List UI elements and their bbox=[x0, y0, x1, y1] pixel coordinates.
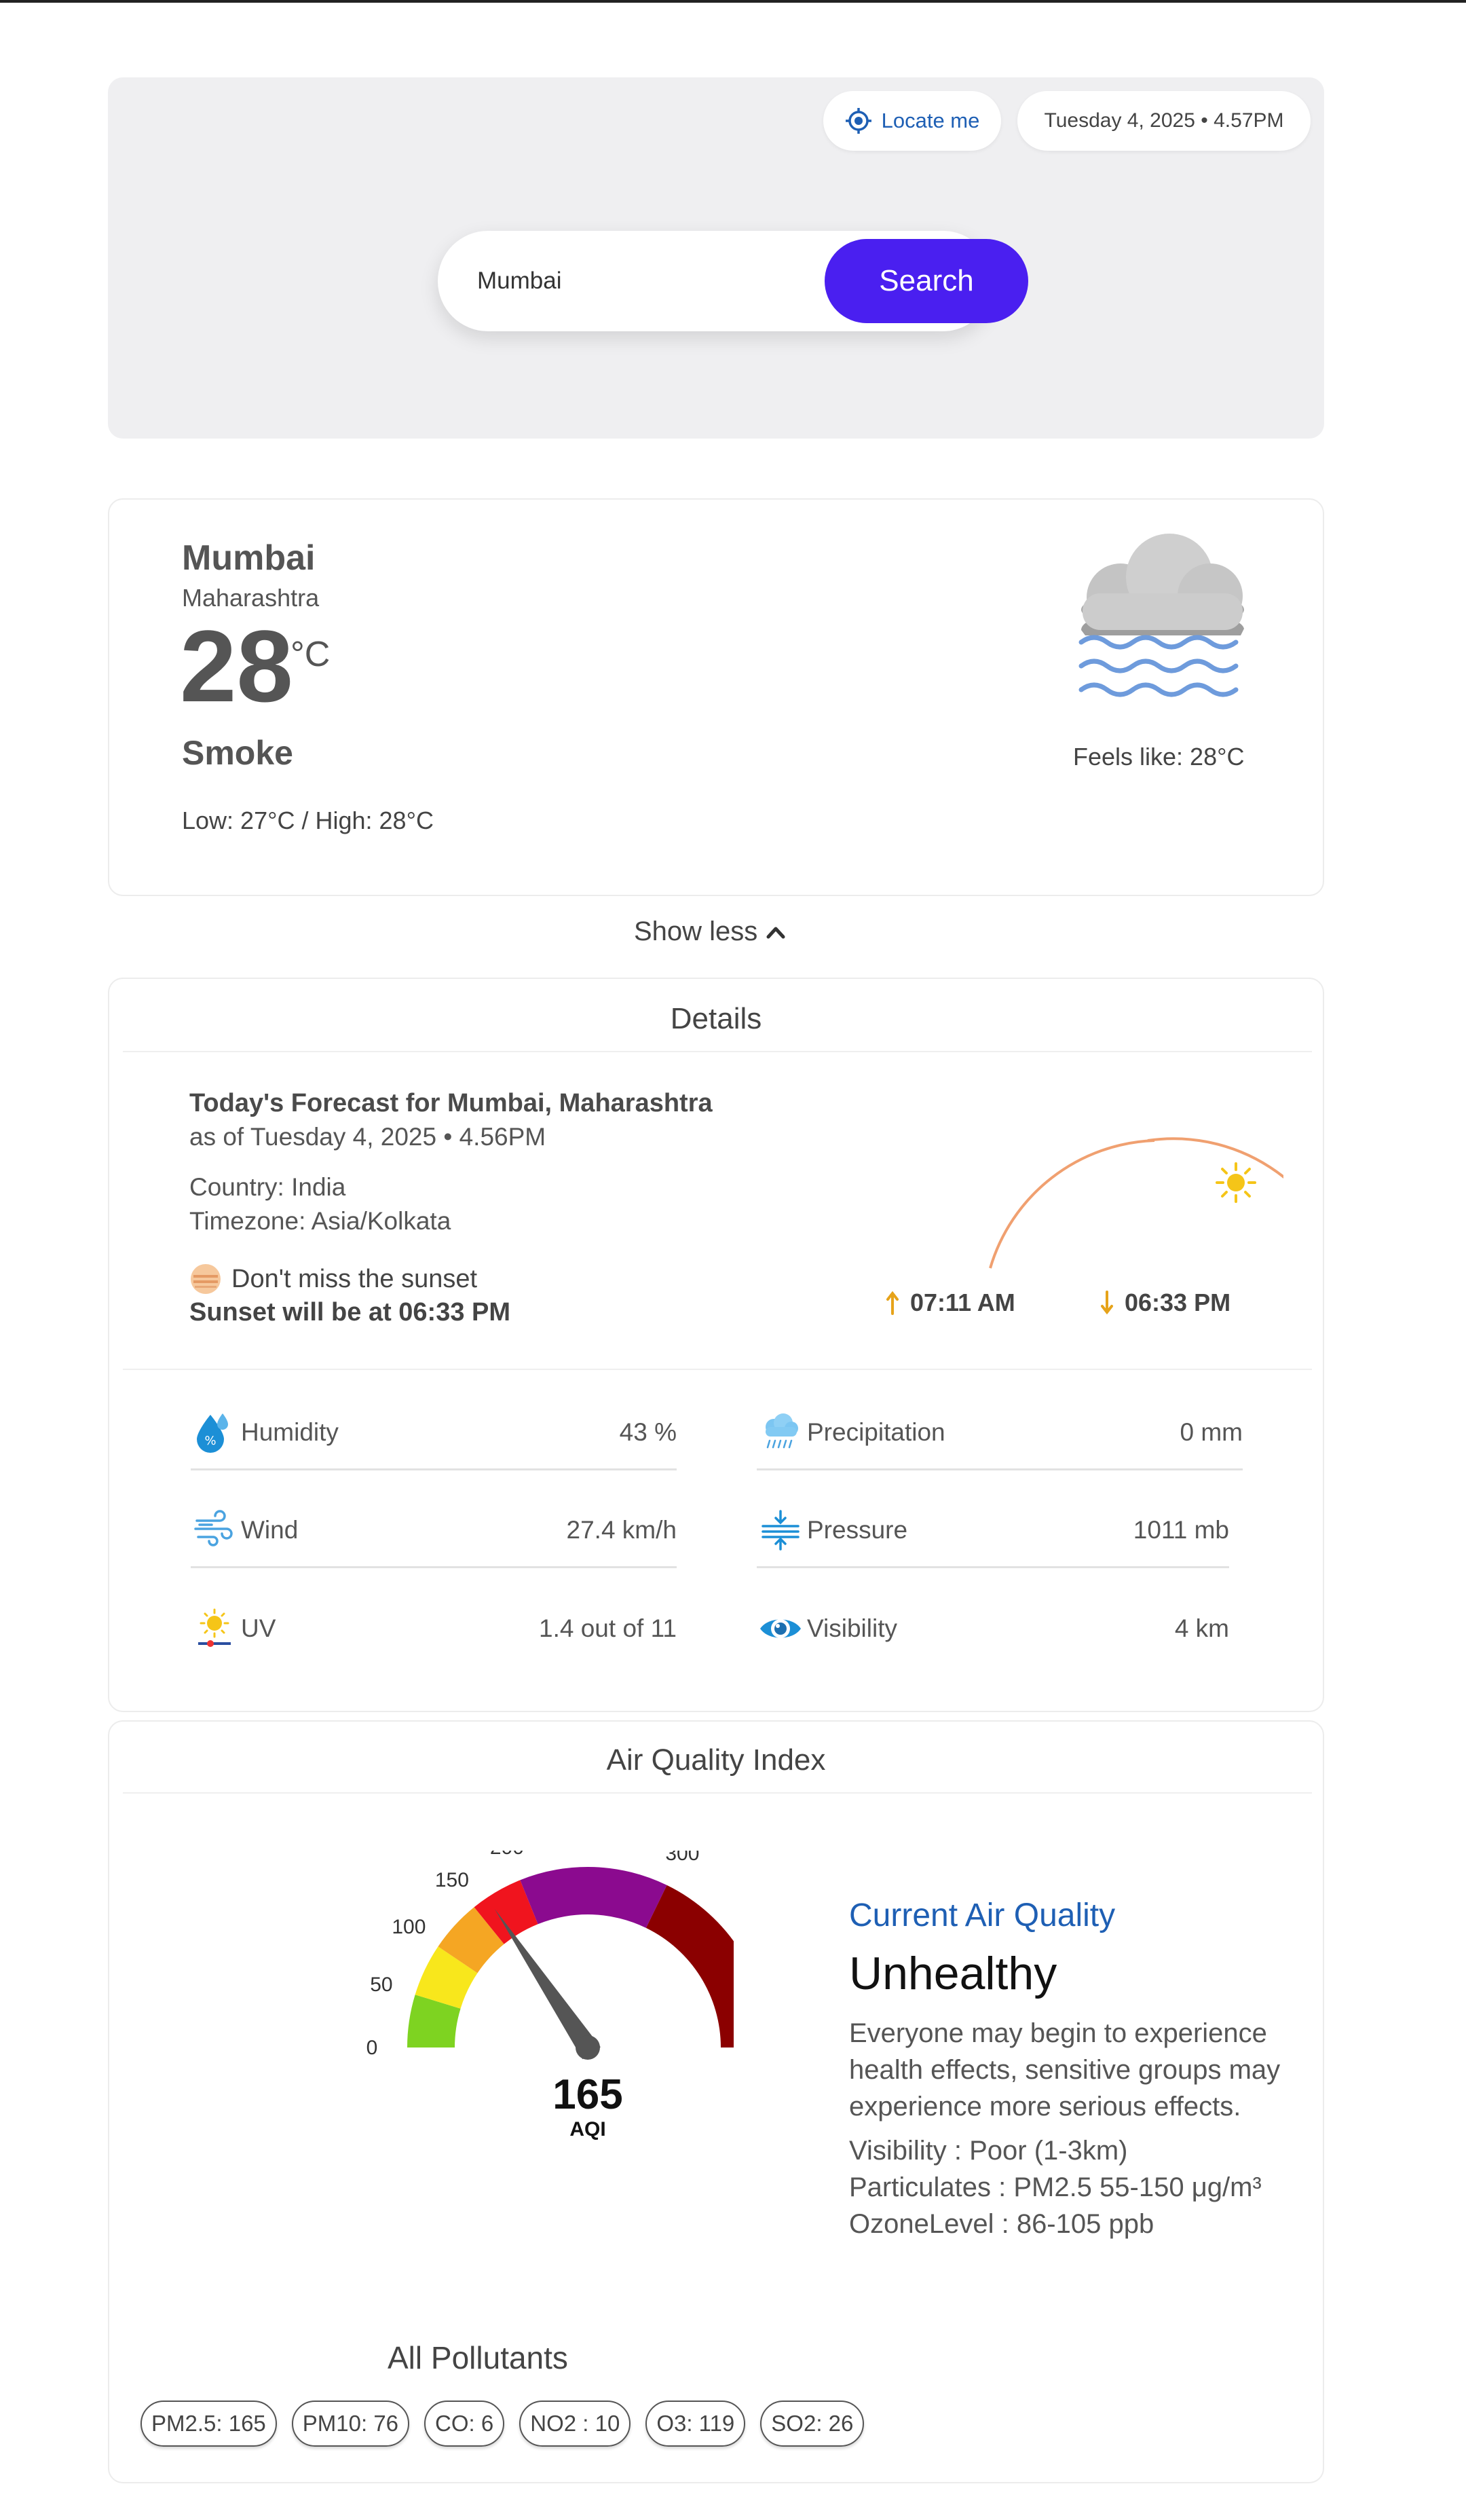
metric-label: Visibility bbox=[807, 1614, 897, 1642]
cloud-haze-icon bbox=[1078, 534, 1244, 697]
metric-label: UV bbox=[241, 1614, 276, 1642]
details-card: Details Today's Forecast for Mumbai, Mah… bbox=[108, 978, 1324, 1712]
chevron-up-icon bbox=[766, 927, 785, 938]
country: Country: India bbox=[189, 1173, 346, 1201]
search-input[interactable] bbox=[477, 254, 776, 308]
aqi-label: AQI bbox=[569, 2118, 605, 2141]
all-pollutants-title: All Pollutants bbox=[388, 2340, 568, 2375]
pollutant-chip: PM10: 76 bbox=[291, 2401, 410, 2447]
air-quality-level: Unhealthy bbox=[849, 1948, 1057, 1999]
sunset-note: Don't miss the sunset bbox=[189, 1263, 477, 1295]
sunset-time-text: Sunset will be at 06:33 PM bbox=[189, 1298, 511, 1327]
search-button[interactable]: Search bbox=[825, 239, 1028, 323]
show-less-toggle[interactable]: Show less bbox=[634, 916, 786, 947]
sunset-note-text: Don't miss the sunset bbox=[231, 1264, 478, 1293]
sunset-icon bbox=[191, 1264, 221, 1294]
metric-precipitation: Precipitation 0 mm bbox=[757, 1396, 1243, 1470]
aqi-divider bbox=[123, 1792, 1312, 1794]
gauge-tick-label: 300 bbox=[665, 1851, 699, 1865]
show-less-label: Show less bbox=[634, 916, 758, 946]
state-name: Maharashtra bbox=[182, 584, 320, 612]
aqi-title: Air Quality Index bbox=[606, 1743, 826, 1777]
metric-value: 1.4 out of 11 bbox=[539, 1614, 677, 1642]
city-name: Mumbai bbox=[182, 538, 316, 578]
sun-icon bbox=[1216, 1162, 1256, 1203]
arrow-up-icon bbox=[886, 1291, 899, 1315]
metric-label: Humidity bbox=[241, 1418, 339, 1446]
gauge-tick-label: 50 bbox=[370, 1974, 392, 1996]
metric-value: 0 mm bbox=[1180, 1418, 1243, 1446]
top-border bbox=[0, 0, 1466, 3]
air-quality-visibility: Visibility : Poor (1-3km) bbox=[849, 2136, 1128, 2166]
wind-icon bbox=[191, 1506, 238, 1554]
metric-label: Precipitation bbox=[807, 1418, 945, 1446]
aqi-gauge: 050100150200300500 165 AQI bbox=[366, 1851, 734, 2141]
metric-value: 43 % bbox=[619, 1418, 677, 1446]
air-quality-description: Everyone may begin to experience health … bbox=[849, 2018, 1281, 2121]
uv-icon bbox=[191, 1605, 238, 1652]
timezone: Timezone: Asia/Kolkata bbox=[189, 1207, 451, 1235]
current-air-quality-title: Current Air Quality bbox=[849, 1897, 1116, 1933]
metric-uv: UV 1.4 out of 11 bbox=[191, 1591, 677, 1666]
precipitation-icon bbox=[757, 1409, 804, 1456]
arrow-down-icon bbox=[1101, 1291, 1113, 1315]
pollutant-chip: CO: 6 bbox=[424, 2401, 505, 2447]
target-icon bbox=[845, 108, 871, 134]
metric-visibility: Visibility 4 km bbox=[757, 1591, 1229, 1666]
air-quality-particulates: Particulates : PM2.5 55-150 μg/m³ bbox=[849, 2172, 1262, 2202]
visibility-icon bbox=[757, 1605, 804, 1652]
gauge-hub bbox=[576, 2035, 600, 2060]
sunset-time: 06:33 PM bbox=[1125, 1289, 1231, 1316]
details-divider bbox=[123, 1051, 1312, 1052]
search-bar: Search bbox=[438, 231, 1028, 331]
metric-value: 27.4 km/h bbox=[566, 1515, 677, 1544]
pollutant-chip: NO2 : 10 bbox=[519, 2401, 631, 2447]
pollutant-chip: O3: 119 bbox=[645, 2401, 746, 2447]
temperature: 28 bbox=[180, 609, 293, 723]
pollutant-list: PM2.5: 165 PM10: 76 CO: 6 NO2 : 10 O3: 1… bbox=[140, 2401, 865, 2447]
sunrise: 07:11 AM bbox=[886, 1289, 1015, 1317]
metric-value: 4 km bbox=[1174, 1614, 1229, 1642]
metric-label: Wind bbox=[241, 1515, 299, 1544]
gauge-band-4 bbox=[520, 1867, 667, 1928]
sunset: 06:33 PM bbox=[1100, 1289, 1230, 1317]
aqi-value: 165 bbox=[552, 2071, 622, 2118]
locate-me-button[interactable]: Locate me bbox=[823, 91, 1001, 151]
gauge-tick-label: 150 bbox=[435, 1869, 469, 1891]
svg-text:%: % bbox=[204, 1434, 216, 1448]
pollutant-chip: SO2: 26 bbox=[760, 2401, 865, 2447]
details-title: Details bbox=[670, 1002, 762, 1035]
humidity-icon: % bbox=[191, 1409, 238, 1456]
low-high-temps: Low: 27°C / High: 28°C bbox=[182, 807, 434, 834]
metric-humidity: % Humidity 43 % bbox=[191, 1396, 677, 1470]
datetime-text: Tuesday 4, 2025 • 4.57PM bbox=[1044, 109, 1284, 132]
gauge-tick-label: 100 bbox=[392, 1916, 426, 1938]
current-weather-card: Mumbai Maharashtra 28 °C Smoke Low: 27°C… bbox=[108, 498, 1324, 896]
gauge-tick-label: 200 bbox=[490, 1851, 524, 1859]
datetime-badge: Tuesday 4, 2025 • 4.57PM bbox=[1017, 91, 1311, 151]
feels-like: Feels like: 28°C bbox=[1073, 743, 1245, 771]
metric-pressure: Pressure 1011 mb bbox=[757, 1494, 1229, 1568]
temperature-unit: °C bbox=[290, 635, 331, 674]
weather-condition: Smoke bbox=[182, 734, 293, 772]
sunrise-time: 07:11 AM bbox=[910, 1289, 1015, 1316]
header-panel: Locate me Tuesday 4, 2025 • 4.57PM Searc… bbox=[108, 77, 1324, 439]
metrics-divider bbox=[123, 1369, 1312, 1370]
pressure-icon bbox=[757, 1506, 804, 1554]
locate-me-label: Locate me bbox=[881, 109, 980, 132]
metric-wind: Wind 27.4 km/h bbox=[191, 1494, 677, 1568]
forecast-as-of: as of Tuesday 4, 2025 • 4.56PM bbox=[189, 1123, 546, 1151]
metric-label: Pressure bbox=[807, 1515, 908, 1544]
air-quality-ozone: OzoneLevel : 86-105 ppb bbox=[849, 2209, 1154, 2239]
aqi-card: Air Quality Index 050100150200300500 165… bbox=[108, 1720, 1324, 2483]
gauge-tick-label: 0 bbox=[366, 2037, 378, 2059]
forecast-title: Today's Forecast for Mumbai, Maharashtra bbox=[189, 1089, 713, 1117]
gauge-band-5 bbox=[645, 1885, 734, 2048]
pollutant-chip: PM2.5: 165 bbox=[140, 2401, 277, 2447]
metric-value: 1011 mb bbox=[1133, 1515, 1229, 1544]
